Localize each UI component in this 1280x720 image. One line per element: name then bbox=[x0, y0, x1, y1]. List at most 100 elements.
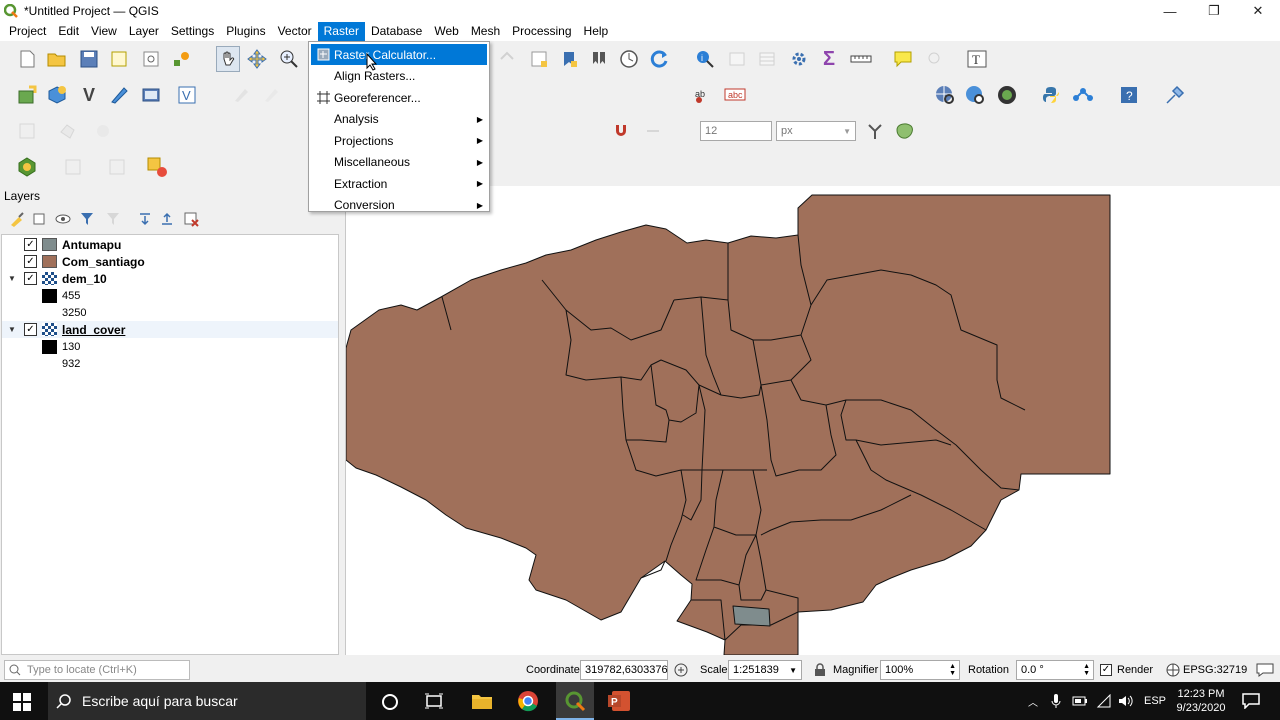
pan-to-selection-icon[interactable] bbox=[246, 48, 268, 70]
lock-scale-icon[interactable] bbox=[814, 661, 826, 679]
remove-layer-icon[interactable] bbox=[180, 208, 202, 230]
file-explorer-icon[interactable] bbox=[471, 691, 493, 714]
pan-map-icon[interactable] bbox=[216, 46, 240, 72]
save-project-icon[interactable] bbox=[78, 48, 100, 70]
map-tips-icon[interactable] bbox=[892, 48, 914, 70]
clock[interactable]: 12:23 PM 9/23/2020 bbox=[1172, 682, 1230, 720]
layer-row-dem_10[interactable]: ▼ ✓ dem_10 bbox=[2, 270, 338, 287]
new-print-layout-icon[interactable] bbox=[108, 48, 130, 70]
trace-digitizing-icon[interactable] bbox=[864, 120, 886, 142]
render-checkbox[interactable]: ✓ Render bbox=[1100, 661, 1153, 679]
coordinate-field[interactable]: 319782,6303376 bbox=[580, 660, 668, 680]
identify-features-icon[interactable]: i bbox=[694, 48, 716, 70]
menu-help[interactable]: Help bbox=[578, 22, 615, 41]
collapse-arrow-icon[interactable]: ▼ bbox=[8, 325, 16, 334]
cortana-icon[interactable] bbox=[381, 693, 399, 714]
deselect-all-icon[interactable] bbox=[146, 156, 168, 178]
zoom-last-icon[interactable] bbox=[496, 48, 518, 70]
menu-edit[interactable]: Edit bbox=[52, 22, 85, 41]
qgis-taskbar-button[interactable] bbox=[556, 682, 594, 720]
minimize-icon[interactable]: — bbox=[1148, 0, 1192, 22]
temporal-controller-icon[interactable] bbox=[618, 48, 640, 70]
metasearch-icon[interactable] bbox=[934, 84, 956, 106]
measure-line-icon[interactable] bbox=[850, 48, 872, 70]
menu-vector[interactable]: Vector bbox=[272, 22, 318, 41]
taskbar-search-box[interactable]: Escribe aquí para buscar bbox=[48, 682, 366, 720]
new-geopackage-layer-icon[interactable] bbox=[46, 84, 68, 106]
new-project-icon[interactable] bbox=[16, 48, 38, 70]
volume-icon[interactable] bbox=[1118, 682, 1134, 720]
zoom-in-icon[interactable] bbox=[278, 48, 300, 70]
collapse-all-icon[interactable] bbox=[156, 208, 178, 230]
raster-menu-item-conversion[interactable]: Conversion ▶ bbox=[311, 195, 487, 216]
filter-legend-icon[interactable] bbox=[76, 208, 98, 230]
language-indicator[interactable]: ESP bbox=[1144, 682, 1166, 720]
selection-tool-icon[interactable] bbox=[62, 156, 84, 178]
processing-history-icon[interactable] bbox=[16, 156, 38, 178]
menu-database[interactable]: Database bbox=[365, 22, 428, 41]
restore-icon[interactable]: ❐ bbox=[1192, 0, 1236, 22]
layer-visibility-checkbox[interactable]: ✓ bbox=[24, 255, 37, 268]
show-bookmarks-icon[interactable] bbox=[588, 48, 610, 70]
expand-all-icon[interactable] bbox=[134, 208, 156, 230]
scale-combobox[interactable]: 1:251839 ▼ bbox=[728, 660, 802, 680]
plugins-icon[interactable] bbox=[1164, 84, 1186, 106]
menu-processing[interactable]: Processing bbox=[506, 22, 577, 41]
powerpoint-icon[interactable]: P bbox=[608, 690, 632, 715]
layer-row-antumapu[interactable]: ✓ Antumapu bbox=[2, 236, 338, 253]
geometry-checker-icon[interactable] bbox=[894, 120, 916, 142]
layer-row-land_cover[interactable]: ▼ ✓ land_cover bbox=[2, 321, 338, 338]
raster-menu-item-extraction[interactable]: Extraction ▶ bbox=[311, 173, 487, 194]
map-canvas[interactable] bbox=[345, 186, 1280, 656]
python-console-icon[interactable] bbox=[1040, 84, 1062, 106]
menu-project[interactable]: Project bbox=[3, 22, 52, 41]
add-delimited-text-icon[interactable] bbox=[108, 84, 130, 106]
snapping-icon[interactable] bbox=[610, 120, 632, 142]
text-annotation-icon[interactable]: T bbox=[966, 48, 988, 70]
manage-visibility-icon[interactable] bbox=[52, 208, 74, 230]
collapse-arrow-icon[interactable]: ▼ bbox=[8, 274, 16, 283]
layer-visibility-checkbox[interactable]: ✓ bbox=[24, 272, 37, 285]
new-map-view-icon[interactable] bbox=[528, 48, 550, 70]
notification-center-icon[interactable] bbox=[1242, 682, 1260, 720]
deselect-icon[interactable] bbox=[106, 156, 128, 178]
open-attribute-table-icon[interactable] bbox=[726, 48, 748, 70]
style-manager-icon[interactable] bbox=[170, 48, 192, 70]
zoom-to-layer-icon[interactable] bbox=[924, 48, 946, 70]
toggle-extents-icon[interactable] bbox=[674, 661, 688, 679]
layer-style-icon[interactable] bbox=[6, 208, 28, 230]
raster-menu-item-miscellaneous[interactable]: Miscellaneous ▶ bbox=[311, 152, 487, 173]
menu-raster[interactable]: Raster bbox=[317, 22, 365, 41]
online-resources-icon[interactable] bbox=[996, 84, 1018, 106]
add-raster-layer-icon[interactable] bbox=[140, 84, 162, 106]
menu-layer[interactable]: Layer bbox=[123, 22, 165, 41]
close-icon[interactable]: ✕ bbox=[1236, 0, 1280, 22]
layout-manager-icon[interactable] bbox=[140, 48, 162, 70]
show-hidden-icons[interactable]: ︿ bbox=[1028, 682, 1038, 720]
graphical-modeler-icon[interactable] bbox=[1072, 84, 1094, 106]
windows-start-icon[interactable] bbox=[13, 693, 31, 714]
new-bookmark-icon[interactable] bbox=[558, 48, 580, 70]
locate-search-input[interactable]: Type to locate (Ctrl+K) bbox=[4, 660, 190, 680]
open-project-icon[interactable] bbox=[46, 48, 68, 70]
menu-web[interactable]: Web bbox=[428, 22, 464, 41]
font-size-spinbox[interactable]: 12 bbox=[700, 121, 772, 141]
menu-plugins[interactable]: Plugins bbox=[220, 22, 271, 41]
data-source-manager-icon[interactable] bbox=[16, 84, 38, 106]
menu-view[interactable]: View bbox=[85, 22, 123, 41]
toggle-editing-icon[interactable] bbox=[230, 84, 252, 106]
toolbox-icon[interactable] bbox=[788, 48, 810, 70]
digitize-icon[interactable] bbox=[16, 120, 38, 142]
menu-settings[interactable]: Settings bbox=[165, 22, 220, 41]
microphone-icon[interactable] bbox=[1050, 682, 1062, 720]
raster-menu-item-projections[interactable]: Projections ▶ bbox=[311, 130, 487, 151]
raster-menu-item-raster-calculator[interactable]: Raster Calculator... bbox=[311, 44, 487, 65]
messages-icon[interactable] bbox=[1256, 661, 1274, 679]
snapping-topology-icon[interactable] bbox=[642, 120, 664, 142]
menu-mesh[interactable]: Mesh bbox=[465, 22, 506, 41]
crs-button[interactable]: EPSG:32719 bbox=[1166, 661, 1247, 679]
wifi-icon[interactable] bbox=[1096, 682, 1112, 720]
vertex-tool-icon[interactable] bbox=[92, 120, 114, 142]
label-settings-icon[interactable]: abc bbox=[724, 84, 746, 106]
edit-pencil-icon[interactable] bbox=[260, 84, 282, 106]
